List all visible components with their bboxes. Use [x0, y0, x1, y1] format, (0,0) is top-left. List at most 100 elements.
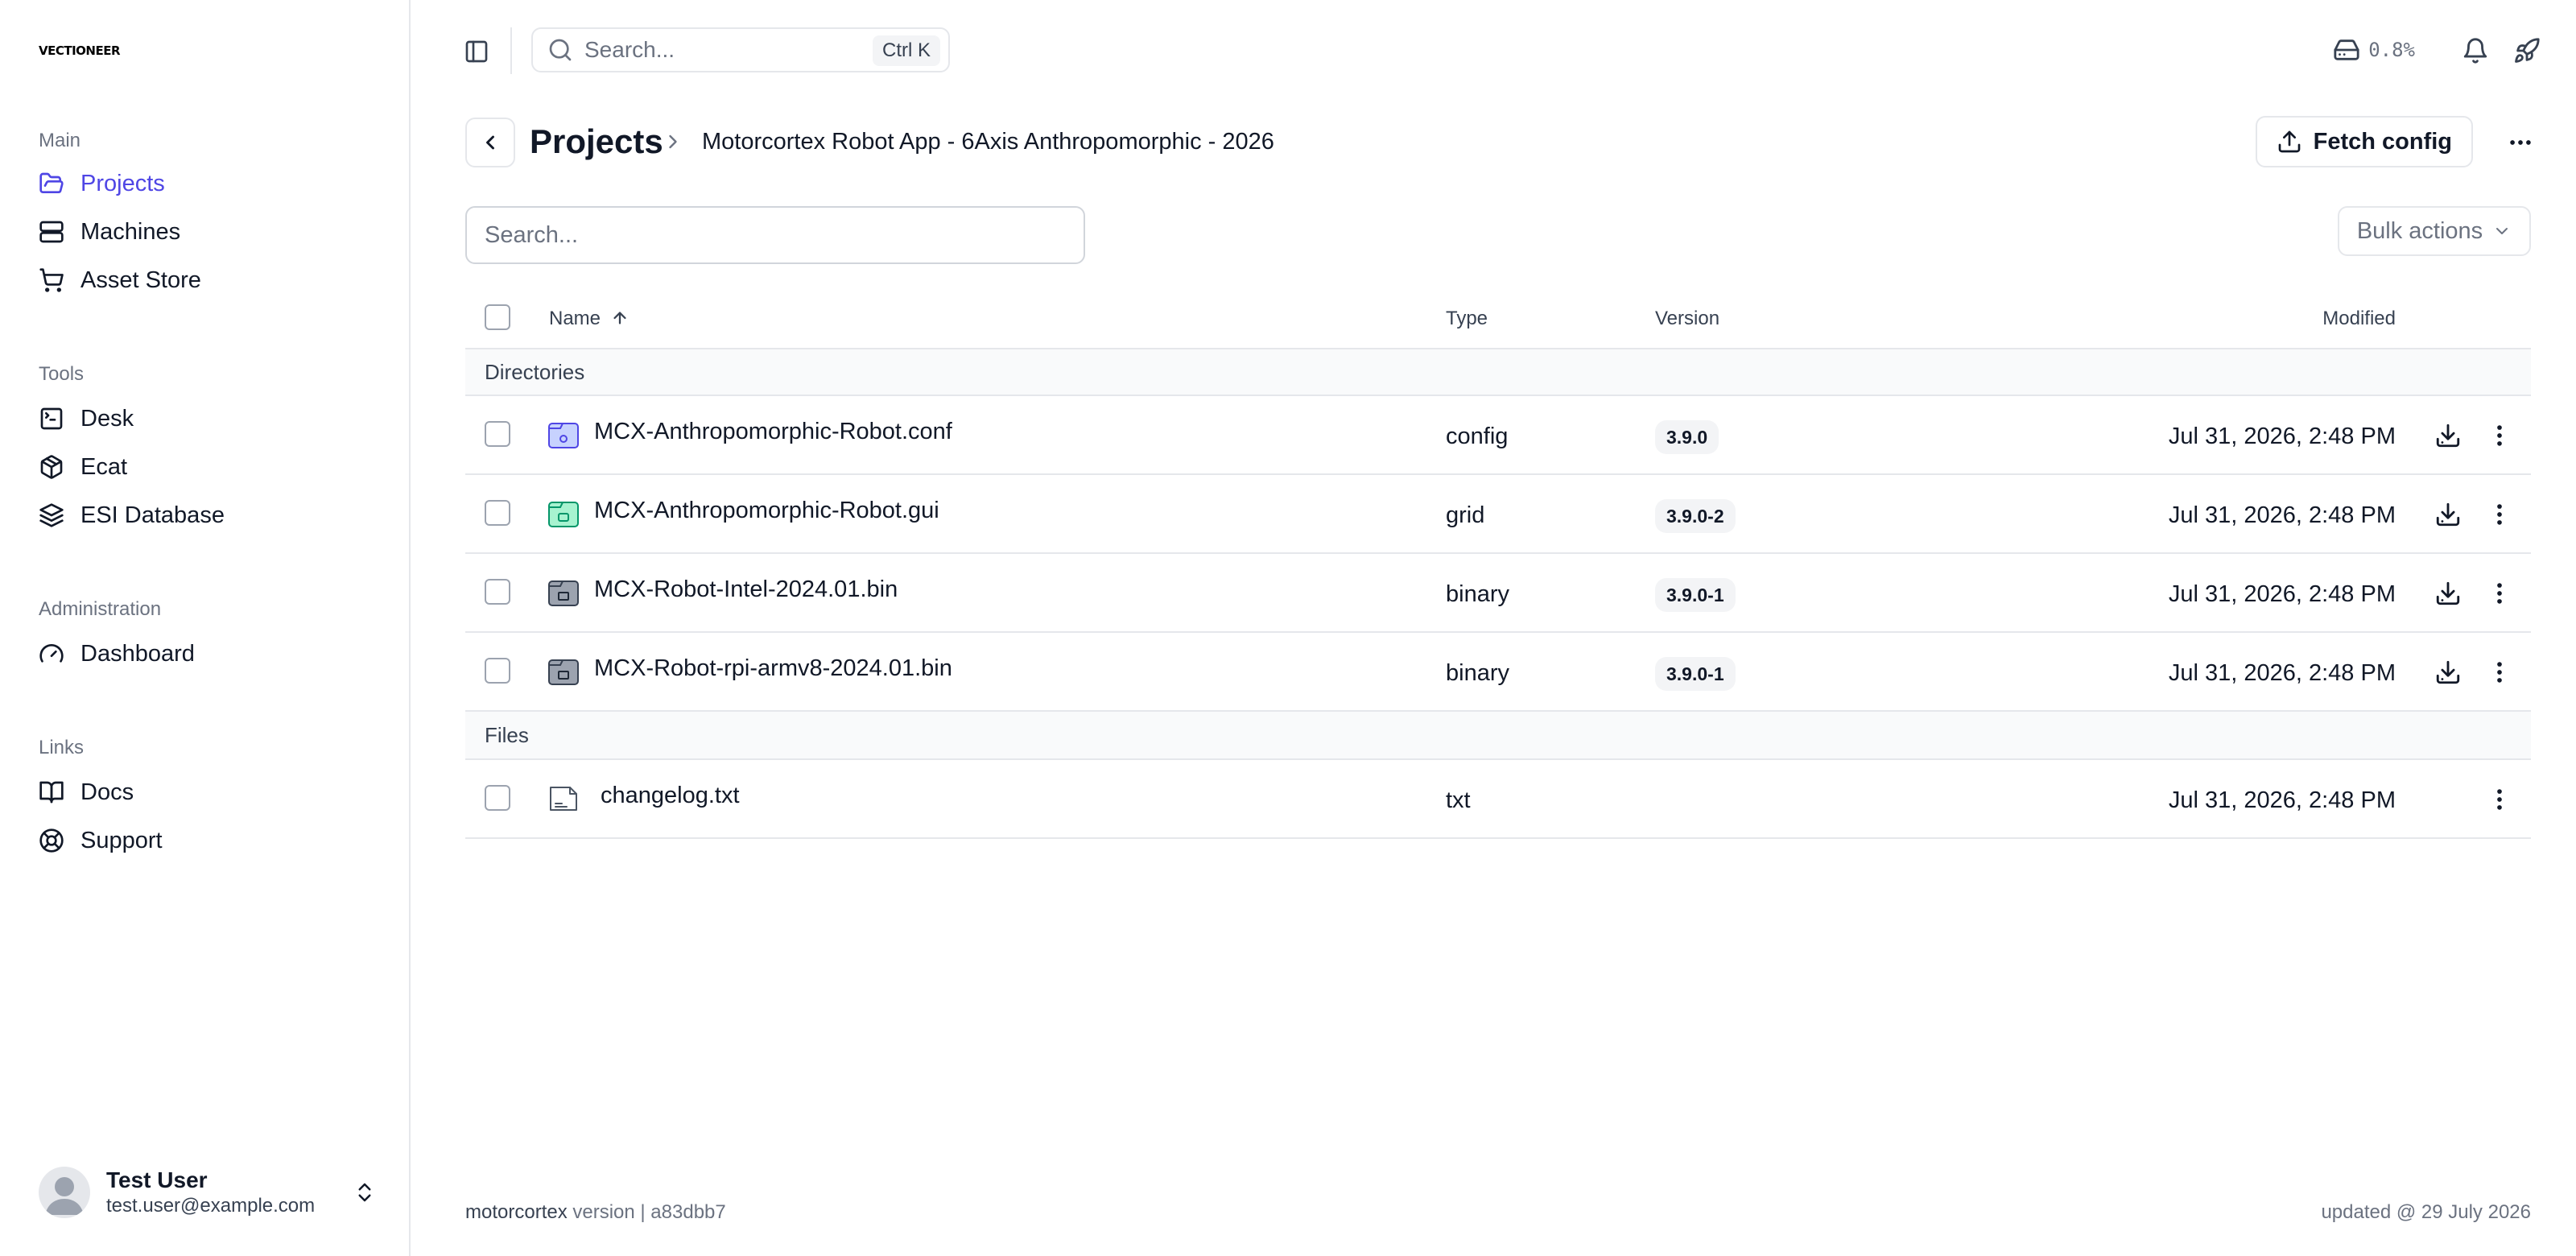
- config-folder-icon: [548, 423, 579, 448]
- file-name[interactable]: MCX-Anthropomorphic-Robot.gui: [594, 496, 939, 525]
- user-name: Test User: [106, 1167, 208, 1192]
- global-search-input[interactable]: [584, 37, 858, 63]
- more-vertical-icon[interactable]: [2486, 659, 2513, 686]
- text-file-icon: [550, 787, 577, 811]
- sidebar-item-machines[interactable]: Machines: [39, 208, 411, 256]
- nav-section-administration: Administration Dashboard: [0, 596, 411, 678]
- download-icon[interactable]: [2434, 501, 2462, 528]
- page-title[interactable]: Projects: [530, 119, 663, 164]
- sidebar-item-docs[interactable]: Docs: [39, 768, 411, 816]
- more-vertical-icon[interactable]: [2486, 501, 2513, 528]
- binary-folder-icon: [548, 580, 579, 606]
- gauge-icon: [39, 644, 64, 663]
- row-checkbox[interactable]: [485, 579, 510, 605]
- row-checkbox[interactable]: [485, 500, 510, 526]
- sidebar-item-esi-database[interactable]: ESI Database: [39, 491, 411, 539]
- shortcut-hint: Ctrl K: [873, 35, 940, 66]
- sidebar-item-desk[interactable]: Desk: [39, 395, 411, 443]
- column-header-type[interactable]: Type: [1446, 308, 1488, 330]
- row-checkbox[interactable]: [485, 658, 510, 684]
- cart-icon: [39, 268, 64, 292]
- back-button[interactable]: [465, 118, 515, 167]
- sidebar-item-ecat[interactable]: Ecat: [39, 443, 411, 491]
- fetch-config-button[interactable]: Fetch config: [2255, 116, 2473, 167]
- terminal-square-icon: [40, 407, 63, 430]
- topbar-divider: [510, 27, 512, 74]
- chevron-down-icon: [2496, 228, 2508, 234]
- user-email: test.user@example.com: [106, 1195, 316, 1217]
- column-header-version[interactable]: Version: [1655, 308, 1719, 330]
- storage-usage-value: 0.8%: [2368, 39, 2415, 61]
- file-name[interactable]: MCX-Robot-Intel-2024.01.bin: [594, 575, 898, 604]
- select-all-checkbox[interactable]: [485, 304, 510, 330]
- sidebar-item-label: Asset Store: [80, 266, 201, 293]
- row-checkbox[interactable]: [485, 785, 510, 811]
- modified-date: Jul 31, 2026, 2:48 PM: [2168, 660, 2396, 686]
- file-type: config: [1446, 423, 1509, 449]
- sidebar: VECTIONEER Main Projects Machines Asset …: [0, 0, 411, 1256]
- table-row[interactable]: MCX-Robot-rpi-armv8-2024.01.bin binary 3…: [465, 633, 2531, 712]
- more-horizontal-icon[interactable]: [2507, 129, 2534, 156]
- file-name[interactable]: changelog.txt: [601, 781, 740, 810]
- footer-version: motorcortex version | a83dbb7: [465, 1200, 726, 1225]
- footer-version-text: version | a83dbb7: [567, 1201, 726, 1223]
- storage-usage[interactable]: 0.8%: [2333, 34, 2415, 66]
- file-name[interactable]: MCX-Anthropomorphic-Robot.conf: [594, 417, 952, 446]
- book-open-icon: [39, 781, 64, 804]
- table-search-input[interactable]: [465, 206, 1085, 264]
- sidebar-item-asset-store[interactable]: Asset Store: [39, 256, 411, 304]
- modified-date: Jul 31, 2026, 2:48 PM: [2168, 423, 2396, 449]
- sidebar-item-dashboard[interactable]: Dashboard: [39, 630, 411, 678]
- vectioneer-logo[interactable]: VECTIONEER: [39, 43, 121, 58]
- file-type: binary: [1446, 660, 1509, 686]
- row-checkbox[interactable]: [485, 421, 510, 447]
- bell-icon[interactable]: [2462, 37, 2489, 64]
- fetch-config-label: Fetch config: [2313, 128, 2452, 155]
- footer-updated: updated @ 29 July 2026: [2321, 1201, 2531, 1223]
- search-icon: [549, 39, 572, 61]
- table-header: Name Type Version Modified: [465, 290, 2531, 348]
- file-name[interactable]: MCX-Robot-rpi-armv8-2024.01.bin: [594, 654, 952, 683]
- sidebar-item-projects[interactable]: Projects: [39, 159, 411, 208]
- sidebar-item-support[interactable]: Support: [39, 816, 411, 865]
- table-row[interactable]: MCX-Anthropomorphic-Robot.conf config 3.…: [465, 396, 2531, 475]
- user-info: Test User test.user@example.com: [106, 1167, 353, 1218]
- package-icon: [40, 455, 63, 479]
- upload-icon: [2278, 130, 2300, 153]
- download-icon[interactable]: [2434, 659, 2462, 686]
- download-icon[interactable]: [2434, 422, 2462, 449]
- modified-date: Jul 31, 2026, 2:48 PM: [2168, 787, 2396, 813]
- global-search[interactable]: Ctrl K: [531, 27, 950, 72]
- more-vertical-icon[interactable]: [2486, 580, 2513, 607]
- folder-open-icon: [39, 172, 64, 193]
- table-row[interactable]: MCX-Anthropomorphic-Robot.gui grid 3.9.0…: [465, 475, 2531, 554]
- user-menu[interactable]: Test User test.user@example.com: [39, 1163, 377, 1222]
- column-header-modified[interactable]: Modified: [2322, 308, 2396, 330]
- rocket-icon[interactable]: [2513, 37, 2541, 64]
- sidebar-item-label: Docs: [80, 779, 134, 805]
- bulk-actions-button[interactable]: Bulk actions: [2338, 206, 2531, 256]
- table-row[interactable]: MCX-Robot-Intel-2024.01.bin binary 3.9.0…: [465, 554, 2531, 633]
- chevrons-up-down-icon[interactable]: [353, 1178, 377, 1207]
- group-header-files: Files: [465, 712, 2531, 760]
- sidebar-toggle-icon[interactable]: [464, 39, 489, 64]
- sidebar-item-label: Projects: [80, 170, 165, 196]
- modified-date: Jul 31, 2026, 2:48 PM: [2168, 502, 2396, 528]
- download-icon[interactable]: [2434, 580, 2462, 607]
- topbar: Ctrl K 0.8%: [411, 0, 2576, 100]
- layers-icon: [39, 503, 64, 527]
- more-vertical-icon[interactable]: [2486, 422, 2513, 449]
- more-vertical-icon[interactable]: [2486, 786, 2513, 813]
- arrow-up-icon: [613, 312, 626, 324]
- column-header-name[interactable]: Name: [549, 308, 629, 330]
- version-badge: 3.9.0-1: [1655, 657, 1736, 691]
- sidebar-item-label: Desk: [80, 405, 134, 432]
- sidebar-item-label: Dashboard: [80, 640, 195, 667]
- chevron-right-icon: [669, 134, 677, 149]
- footer-brand[interactable]: motorcortex: [465, 1201, 568, 1223]
- nav-heading: Main: [39, 130, 81, 151]
- gui-folder-icon: [548, 502, 579, 527]
- table-row[interactable]: changelog.txt txt Jul 31, 2026, 2:48 PM: [465, 760, 2531, 839]
- nav-heading: Administration: [39, 598, 162, 620]
- bulk-actions-label: Bulk actions: [2356, 217, 2483, 244]
